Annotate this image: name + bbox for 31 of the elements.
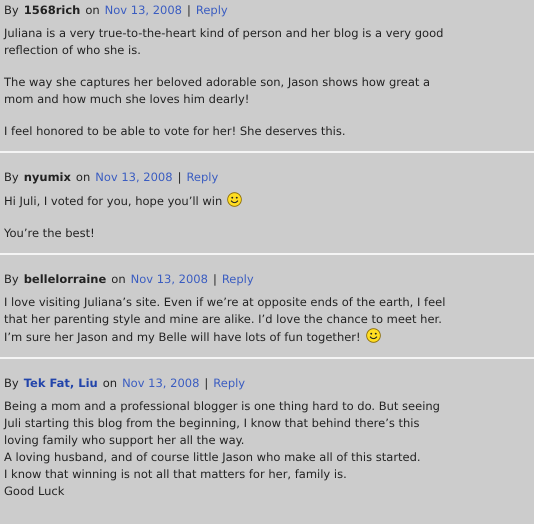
by-label: By xyxy=(4,169,19,186)
separator: | xyxy=(186,2,191,19)
author-name: 1568rich xyxy=(24,2,80,19)
comment-paragraph: I love visiting Juliana’s site. Even if we’re at opposite ends of the earth, I feel that her parenting style and mine are alike. I’d love the chance to meet her. I’m sure her Jason and my Belle will have lots of fun together! xyxy=(4,294,446,346)
comment-paragraph: Hi Juli, I voted for you, hope you’ll win xyxy=(4,192,530,210)
reply-link[interactable]: Reply xyxy=(222,271,254,288)
separator: | xyxy=(212,271,217,288)
reply-link[interactable]: Reply xyxy=(186,169,218,186)
date-link[interactable]: Nov 13, 2008 xyxy=(95,169,173,186)
date-link[interactable]: Nov 13, 2008 xyxy=(104,2,182,19)
on-label: on xyxy=(111,271,126,288)
comment-paragraph: I feel honored to be able to vote for her! She deserves this. xyxy=(4,123,347,140)
reply-link[interactable]: Reply xyxy=(196,2,228,19)
separator: | xyxy=(204,375,208,392)
date-link[interactable]: Nov 13, 2008 xyxy=(130,271,208,288)
author-name: bellelorraine xyxy=(24,271,106,288)
author-name: nyumix xyxy=(24,169,71,186)
by-label: By xyxy=(4,271,19,288)
comment-paragraph: The way she captures her beloved adorable son, Jason shows how great a mom and how much she loves him dearly! xyxy=(4,74,432,108)
reply-link[interactable]: Reply xyxy=(213,375,246,392)
separator: | xyxy=(178,169,182,186)
comment-paragraph: Being a mom and a professional blogger is one thing hard to do. But seeing Juli starting this blog from the beginning, I know that behind there’s this loving family who support her all the way. A loving husband, and of course little Jason who make all of this started. I know that winning is not all that matters for her, family is. Good Luck xyxy=(4,398,441,500)
comment-paragraph: Juliana is a very true-to-the-heart kind of person and her blog is a very good reflection of who she is. xyxy=(4,25,444,59)
author-link[interactable]: Tek Fat, Liu xyxy=(24,375,98,392)
date-link[interactable]: Nov 13, 2008 xyxy=(122,375,200,392)
by-label: By xyxy=(4,2,19,19)
on-label: on xyxy=(85,2,100,19)
comment-paragraph: You’re the best! xyxy=(4,225,96,242)
on-label: on xyxy=(102,375,118,392)
on-label: on xyxy=(76,169,90,186)
by-label: By xyxy=(4,375,19,392)
